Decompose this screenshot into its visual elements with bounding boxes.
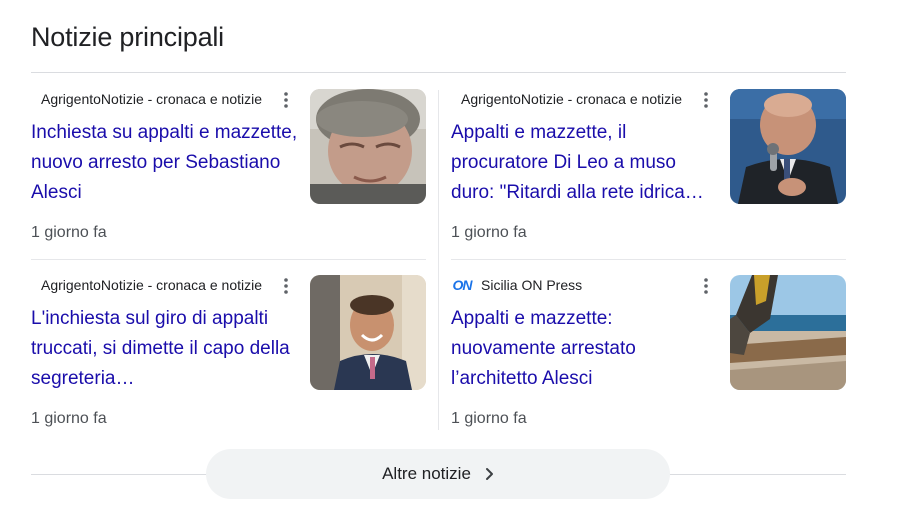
speaker-microphone-image — [730, 89, 846, 204]
news-card[interactable]: AgrigentoNotizie - cronaca e notizie App… — [451, 89, 846, 254]
news-source-name: AgrigentoNotizie - cronaca e notizie — [461, 91, 683, 107]
more-vert-icon — [284, 92, 288, 108]
news-timestamp: 1 giorno fa — [451, 410, 527, 427]
news-source: ON Sicilia ON Press — [451, 275, 701, 295]
news-source-name: AgrigentoNotizie - cronaca e notizie — [41, 91, 263, 107]
more-vert-icon — [704, 278, 708, 294]
news-thumbnail[interactable] — [310, 89, 426, 204]
news-headline[interactable]: Appalti e mazzette: nuovamente arrestato… — [451, 304, 721, 394]
section-title: Notizie principali — [31, 22, 224, 52]
row-divider-right — [451, 259, 846, 260]
news-source: AgrigentoNotizie - cronaca e notizie — [41, 275, 291, 295]
news-card[interactable]: ON Sicilia ON Press Appalti e mazzette: … — [451, 275, 846, 440]
chevron-right-icon — [485, 468, 493, 480]
more-news-label: Altre notizie — [382, 464, 471, 483]
smiling-man-image — [310, 275, 426, 390]
news-source: AgrigentoNotizie - cronaca e notizie — [41, 89, 291, 109]
news-timestamp: 1 giorno fa — [31, 410, 107, 427]
top-stories-module: Notizie principali AgrigentoNotizie - cr… — [0, 0, 907, 528]
news-thumbnail[interactable] — [730, 89, 846, 204]
news-headline[interactable]: Appalti e mazzette, il procuratore Di Le… — [451, 118, 721, 208]
news-timestamp: 1 giorno fa — [31, 224, 107, 241]
news-source-name: AgrigentoNotizie - cronaca e notizie — [41, 277, 263, 293]
more-vert-icon — [284, 278, 288, 294]
news-thumbnail[interactable] — [730, 275, 846, 390]
news-source: AgrigentoNotizie - cronaca e notizie — [461, 89, 711, 109]
column-divider — [438, 90, 439, 430]
top-divider — [31, 72, 846, 73]
row-divider-left — [31, 259, 426, 260]
source-logo-text: ON — [452, 277, 473, 293]
news-thumbnail[interactable] — [310, 275, 426, 390]
card-menu-button[interactable] — [276, 90, 296, 110]
news-headline[interactable]: Inchiesta su appalti e mazzette, nuovo a… — [31, 118, 301, 208]
news-timestamp: 1 giorno fa — [451, 224, 527, 241]
more-vert-icon — [704, 92, 708, 108]
card-menu-button[interactable] — [696, 90, 716, 110]
card-menu-button[interactable] — [276, 276, 296, 296]
man-portrait-image — [310, 89, 426, 204]
card-menu-button[interactable] — [696, 276, 716, 296]
news-card[interactable]: AgrigentoNotizie - cronaca e notizie L'i… — [31, 275, 426, 440]
excavator-construction-image — [730, 275, 846, 390]
news-source-name: Sicilia ON Press — [481, 277, 583, 293]
news-headline[interactable]: L'inchiesta sul giro di appalti truccati… — [31, 304, 301, 394]
news-card[interactable]: AgrigentoNotizie - cronaca e notizie Inc… — [31, 89, 426, 254]
more-news-button[interactable]: Altre notizie — [206, 449, 670, 499]
sicilia-on-press-logo: ON — [451, 277, 473, 293]
